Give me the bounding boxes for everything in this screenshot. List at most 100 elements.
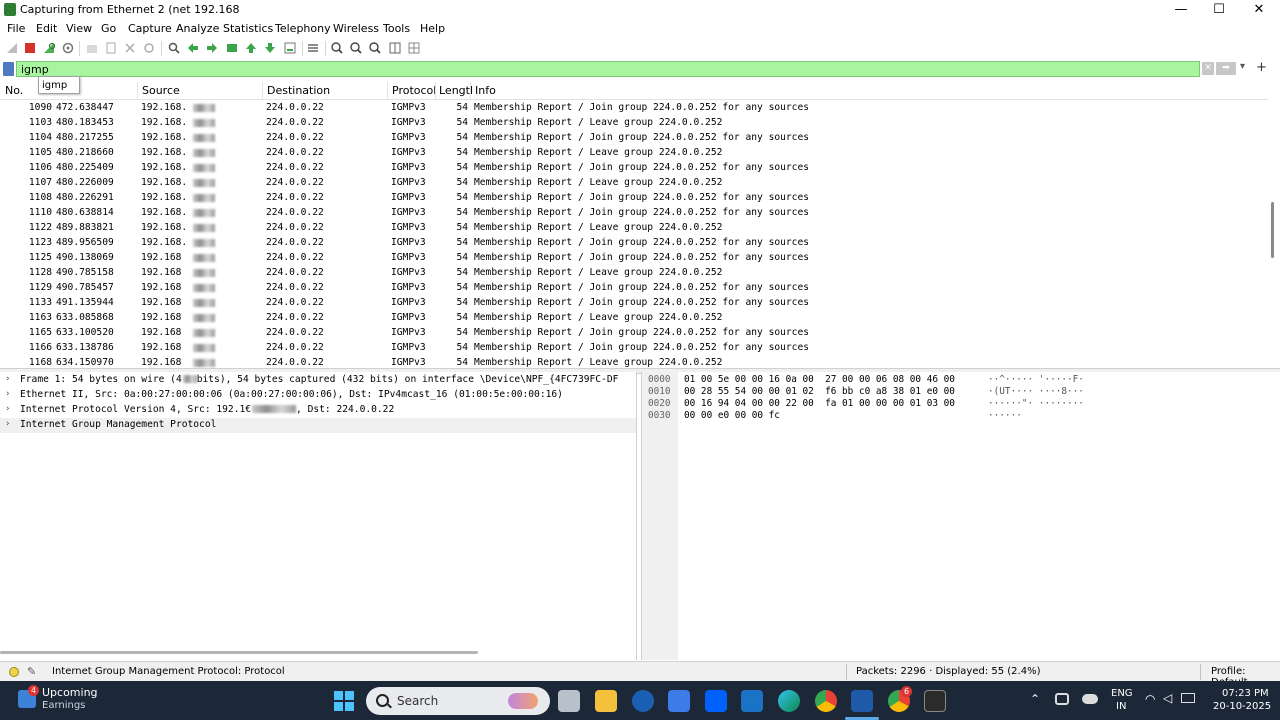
expand-chevron-icon[interactable]: › (6, 374, 10, 384)
column-header-destination[interactable]: Destination (267, 84, 330, 97)
menu-tools[interactable]: Tools (383, 22, 410, 35)
wifi-icon[interactable]: ◠ (1145, 692, 1155, 706)
auto-scroll-icon[interactable] (283, 41, 297, 55)
terminal-icon[interactable] (924, 690, 946, 712)
table-row[interactable]: 1110 480.638814 192.168. 224.0.0.22 IGMPv3 54… (0, 206, 1268, 221)
table-row[interactable]: 1133 491.135944 192.168 224.0.0.22 IGMPv3 54 M… (0, 296, 1268, 311)
detail-ipv4[interactable]: › Internet Protocol Version 4, Src: 192.… (0, 403, 636, 418)
table-row[interactable]: 1163 633.085868 192.168 224.0.0.22 IGMPv3 54 M… (0, 311, 1268, 326)
restart-capture-icon[interactable] (42, 41, 56, 55)
wireshark-taskbar-icon[interactable] (851, 690, 873, 712)
bytes-ascii[interactable]: ······"· ········ (988, 398, 1084, 410)
colorize-icon[interactable] (306, 41, 320, 55)
menu-capture[interactable]: Capture (128, 22, 172, 35)
column-header-protocol[interactable]: Protocol (392, 84, 436, 97)
dropbox-icon[interactable] (705, 690, 727, 712)
go-forward-icon[interactable] (205, 41, 219, 55)
expand-chevron-icon[interactable]: › (6, 404, 10, 414)
menu-statistics[interactable]: Statistics (223, 22, 273, 35)
table-row[interactable]: 1090 472.638447 192.168. 224.0.0.22 IGMPv3 54… (0, 101, 1268, 116)
column-header-source[interactable]: Source (142, 84, 180, 97)
packet-list-scrollbar[interactable] (1268, 82, 1280, 368)
table-row[interactable]: 1129 490.785457 192.168 224.0.0.22 IGMPv3 54 M… (0, 281, 1268, 296)
hp-icon[interactable] (632, 690, 654, 712)
table-row[interactable]: 1122 489.883821 192.168. 224.0.0.22 IGMPv3 54… (0, 221, 1268, 236)
table-row[interactable]: 1168 634.150970 192.168 224.0.0.22 IGMPv3 54 M… (0, 356, 1268, 368)
chrome-icon[interactable] (815, 690, 837, 712)
save-file-icon[interactable] (104, 41, 118, 55)
go-first-icon[interactable] (244, 41, 258, 55)
column-header-length[interactable]: Lengtl (439, 84, 473, 97)
microsoft-store-icon[interactable] (668, 690, 690, 712)
task-view-icon[interactable] (558, 690, 580, 712)
bytes-ascii[interactable]: ··^····· '·····F· (988, 374, 1084, 386)
table-row[interactable]: 1123 489.956509 192.168. 224.0.0.22 IGMPv3 54… (0, 236, 1268, 251)
clear-filter-icon[interactable]: ✕ (1202, 62, 1214, 75)
detail-ethernet[interactable]: › Ethernet II, Src: 0a:00:27:00:00:06 (0… (0, 388, 636, 403)
clock-time[interactable]: 07:23 PM (1222, 688, 1269, 699)
menu-file[interactable]: File (7, 22, 25, 35)
table-row[interactable]: 1166 633.138786 192.168 224.0.0.22 IGMPv3 54 M… (0, 341, 1268, 356)
menu-edit[interactable]: Edit (36, 22, 57, 35)
bytes-ascii[interactable]: ······ (988, 410, 1022, 422)
open-file-icon[interactable] (85, 41, 99, 55)
clock-date[interactable]: 20-10-2025 (1213, 701, 1271, 712)
go-last-icon[interactable] (263, 41, 277, 55)
outlook-icon[interactable] (741, 690, 763, 712)
menu-wireless[interactable]: Wireless (333, 22, 379, 35)
menu-telephony[interactable]: Telephony (275, 22, 331, 35)
table-row[interactable]: 1106 480.225409 192.168. 224.0.0.22 IGMPv3 54… (0, 161, 1268, 176)
expand-chevron-icon[interactable]: › (6, 419, 10, 429)
details-horizontal-scrollbar[interactable] (0, 651, 478, 654)
find-packet-icon[interactable] (167, 41, 181, 55)
resize-columns-icon[interactable] (388, 41, 402, 55)
menu-help[interactable]: Help (420, 22, 445, 35)
apply-filter-icon[interactable]: ➡ (1216, 62, 1236, 75)
taskbar-search[interactable]: Search (366, 687, 550, 715)
edit-comment-icon[interactable]: ✎ (27, 665, 36, 678)
battery-icon[interactable] (1181, 693, 1195, 703)
cloud-icon[interactable] (1082, 694, 1098, 704)
menu-view[interactable]: View (66, 22, 92, 35)
bytes-hex[interactable]: 00 16 94 04 00 00 22 00 fa 01 00 00 00 0… (684, 398, 955, 410)
zoom-out-icon[interactable] (349, 41, 363, 55)
filter-dropdown-icon[interactable]: ▾ (1240, 61, 1245, 72)
expert-info-icon[interactable] (9, 667, 19, 677)
bytes-hex[interactable]: 01 00 5e 00 00 16 0a 00 27 00 00 06 08 0… (684, 374, 955, 386)
layout-icon[interactable] (407, 41, 421, 55)
table-row[interactable]: 1165 633.100520 192.168 224.0.0.22 IGMPv3 54 M… (0, 326, 1268, 341)
menu-analyze[interactable]: Analyze (176, 22, 219, 35)
table-row[interactable]: 1128 490.785158 192.168 224.0.0.22 IGMPv3 54 M… (0, 266, 1268, 281)
filter-autocomplete-item[interactable]: igmp (38, 76, 80, 94)
menu-go[interactable]: Go (101, 22, 116, 35)
zoom-reset-icon[interactable] (368, 41, 382, 55)
table-row[interactable]: 1103 480.183453 192.168. 224.0.0.22 IGMPv3 54… (0, 116, 1268, 131)
add-filter-button-icon[interactable]: + (1256, 60, 1267, 75)
table-row[interactable]: 1105 480.218660 192.168. 224.0.0.22 IGMPv3 54… (0, 146, 1268, 161)
start-icon[interactable] (334, 691, 354, 711)
bytes-ascii[interactable]: ·(UT···· ····8··· (988, 386, 1084, 398)
go-to-packet-icon[interactable] (225, 41, 239, 55)
table-row[interactable]: 1108 480.226291 192.168. 224.0.0.22 IGMPv3 54… (0, 191, 1268, 206)
detail-igmp[interactable]: › Internet Group Management Protocol (0, 418, 636, 433)
go-back-icon[interactable] (186, 41, 200, 55)
column-header-no[interactable]: No. (5, 84, 23, 97)
expand-chevron-icon[interactable]: › (6, 389, 10, 399)
shark-fin-start-icon[interactable] (5, 41, 19, 55)
bytes-hex[interactable]: 00 00 e0 00 00 fc (684, 410, 780, 422)
close-button[interactable]: ✕ (1236, 0, 1280, 20)
chevron-up-icon[interactable]: ⌃ (1030, 692, 1040, 706)
volume-icon[interactable]: ◁ (1163, 691, 1172, 705)
file-explorer-icon[interactable] (595, 690, 617, 712)
table-row[interactable]: 1104 480.217255 192.168. 224.0.0.22 IGMPv3 54… (0, 131, 1268, 146)
bytes-hex[interactable]: 00 28 55 54 00 00 01 02 f6 bb c0 a8 38 0… (684, 386, 955, 398)
table-row[interactable]: 1107 480.226009 192.168. 224.0.0.22 IGMPv3 54… (0, 176, 1268, 191)
zoom-in-icon[interactable] (330, 41, 344, 55)
reload-file-icon[interactable] (142, 41, 156, 55)
capture-options-icon[interactable] (61, 41, 75, 55)
scrollbar-thumb[interactable] (1271, 202, 1274, 258)
detail-frame[interactable]: › Frame 1: 54 bytes on wire (4 bits), 54 … (0, 373, 636, 388)
language-region[interactable]: IN (1116, 701, 1126, 712)
close-file-icon[interactable] (123, 41, 137, 55)
language-code[interactable]: ENG (1111, 688, 1133, 699)
